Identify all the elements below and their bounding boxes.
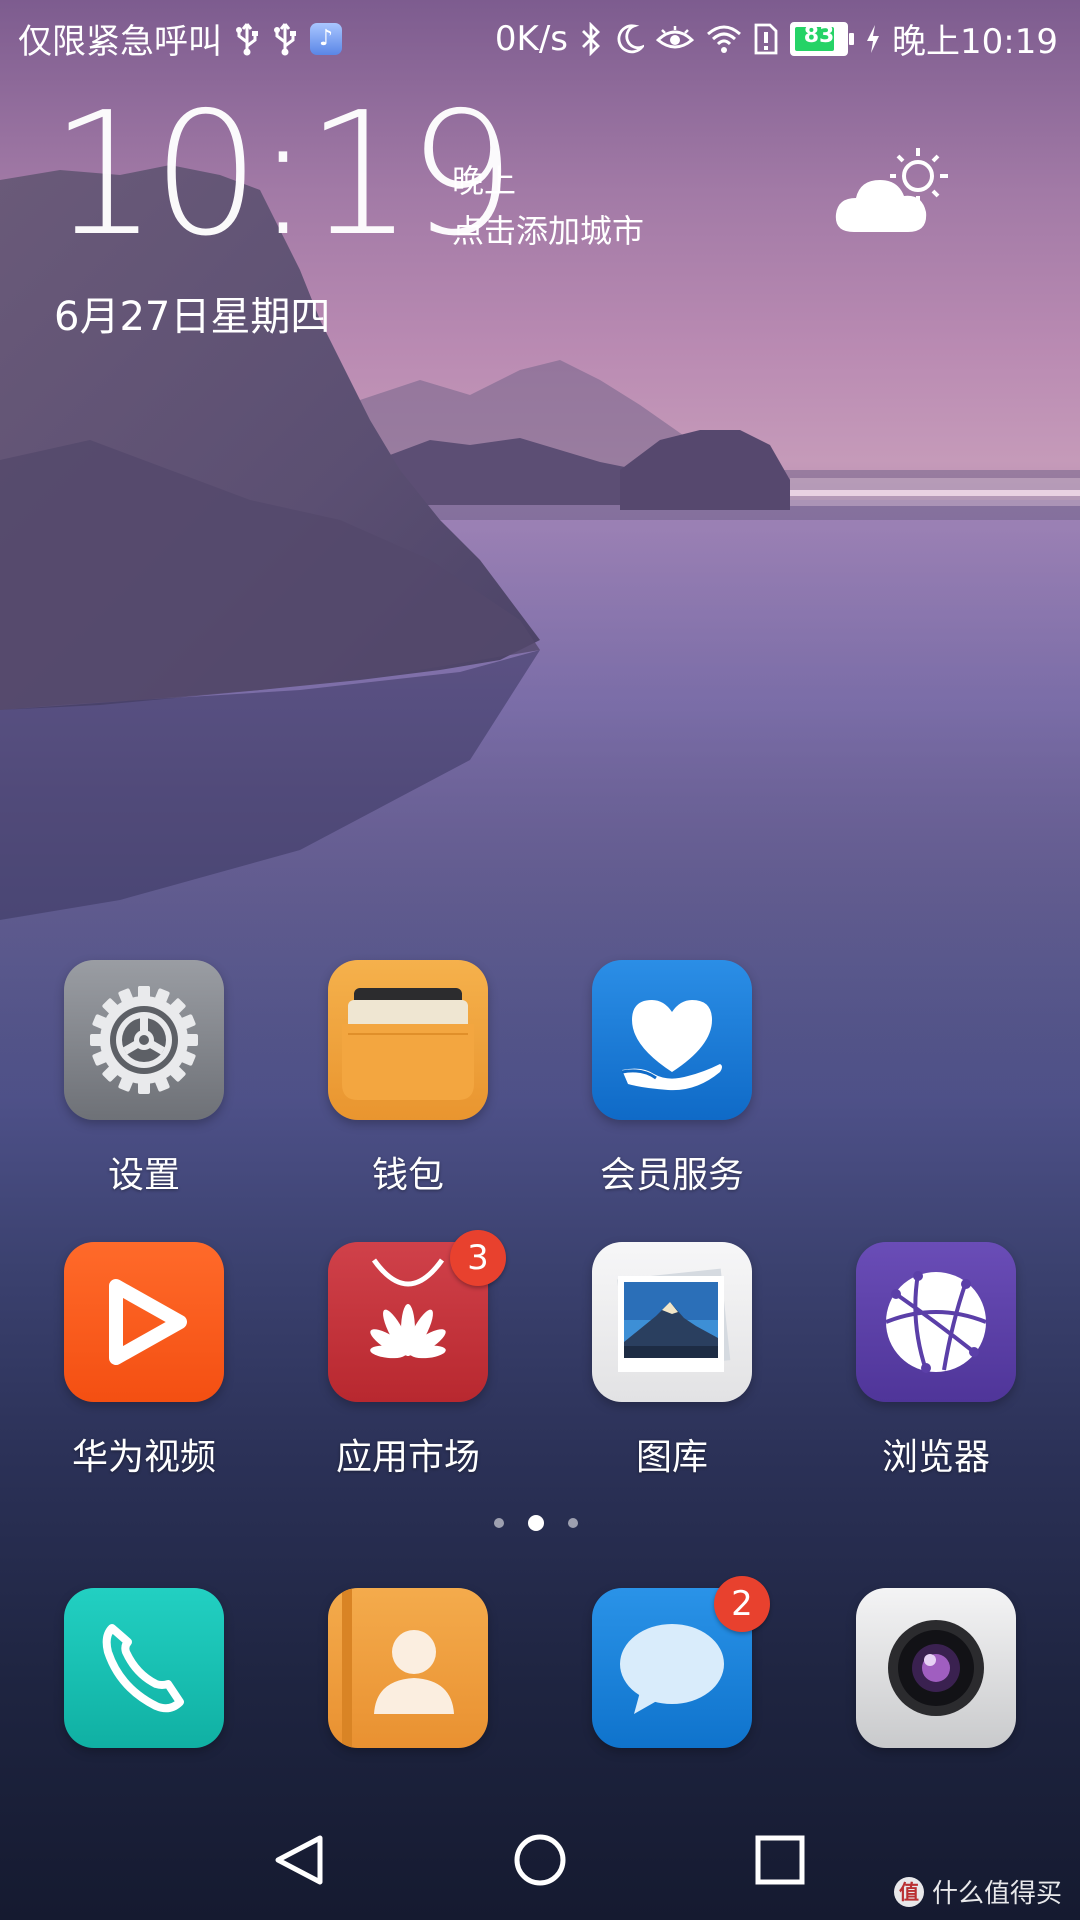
wifi-icon (706, 24, 742, 54)
bluetooth-icon (580, 21, 602, 56)
app-browser[interactable]: 浏览器 (836, 1242, 1036, 1480)
dock-phone[interactable] (44, 1588, 244, 1748)
gallery-photo-icon[interactable] (592, 1242, 752, 1402)
watermark: 值 什么值得买 (893, 1873, 1062, 1910)
music-app-icon: ♪ (310, 22, 342, 55)
watermark-text: 什么值得买 (931, 1879, 1062, 1909)
app-member-service[interactable]: 会员服务 (572, 960, 772, 1198)
net-speed: 0K/s (494, 18, 569, 59)
home-icon[interactable] (500, 1820, 580, 1900)
wallet-icon[interactable] (328, 960, 488, 1120)
status-right: 0K/s 83 晚上10:19 (495, 14, 1058, 63)
page-dot-home[interactable] (494, 1518, 504, 1528)
page-indicator[interactable] (490, 1510, 590, 1536)
dock-messages[interactable]: 2 (572, 1576, 772, 1748)
app-gallery[interactable]: 图库 (572, 1242, 772, 1480)
notification-badge: 2 (714, 1576, 770, 1632)
app-label: 图库 (635, 1437, 708, 1478)
recents-icon[interactable] (740, 1820, 820, 1900)
camera-icon[interactable] (856, 1588, 1016, 1748)
partly-cloudy-icon[interactable] (834, 140, 954, 240)
phone-icon[interactable] (64, 1588, 224, 1748)
charging-icon (866, 24, 880, 54)
app-label: 华为视频 (71, 1437, 216, 1478)
carrier-text: 仅限紧急呼叫 (18, 22, 222, 62)
status-bar: 仅限紧急呼叫 ♪ 0K/s 83 晚上10:19 (0, 0, 1080, 74)
settings-gear-icon[interactable] (64, 960, 224, 1120)
clock-date: 6月27日星期四 (54, 294, 331, 340)
clock-time[interactable]: 10:19 (50, 90, 516, 260)
app-label: 钱包 (371, 1155, 444, 1196)
app-label: 会员服务 (599, 1155, 744, 1196)
app-wallet[interactable]: 钱包 (308, 960, 508, 1198)
sim-alert-icon (754, 23, 778, 55)
globe-icon[interactable] (856, 1242, 1016, 1402)
status-time: 晚上10:19 (892, 22, 1058, 62)
add-city-link[interactable]: 点击添加城市 (452, 206, 644, 252)
app-label: 应用市场 (335, 1437, 480, 1478)
notification-badge: 3 (450, 1230, 506, 1286)
dock-contacts[interactable] (308, 1588, 508, 1748)
app-app-market[interactable]: 应用市场 3 (308, 1230, 508, 1480)
app-settings[interactable]: 设置 (44, 960, 244, 1198)
battery-level: 83 (803, 22, 835, 48)
app-label: 浏览器 (881, 1437, 990, 1478)
home-screen: 仅限紧急呼叫 ♪ 0K/s 83 晚上10:19 10:19 晚上 点击添加城市… (0, 0, 1080, 1920)
status-left: 仅限紧急呼叫 ♪ (18, 14, 342, 63)
back-icon[interactable] (260, 1820, 340, 1900)
app-label: 设置 (107, 1155, 180, 1196)
clock-am-pm: 晚上 (452, 162, 517, 200)
contacts-icon[interactable] (328, 1588, 488, 1748)
watermark-logo: 值 (893, 1876, 924, 1907)
usb-icon (234, 22, 260, 56)
do-not-disturb-moon-icon (614, 23, 645, 55)
page-dot[interactable] (568, 1518, 578, 1528)
video-play-icon[interactable] (64, 1242, 224, 1402)
app-huawei-video[interactable]: 华为视频 (44, 1242, 244, 1480)
battery-icon: 83 (790, 21, 855, 56)
eye-comfort-icon (656, 24, 695, 54)
dock-camera[interactable] (836, 1588, 1036, 1748)
heart-hand-icon[interactable] (592, 960, 752, 1120)
page-dot-current[interactable] (528, 1515, 544, 1531)
usb-icon (272, 22, 298, 56)
